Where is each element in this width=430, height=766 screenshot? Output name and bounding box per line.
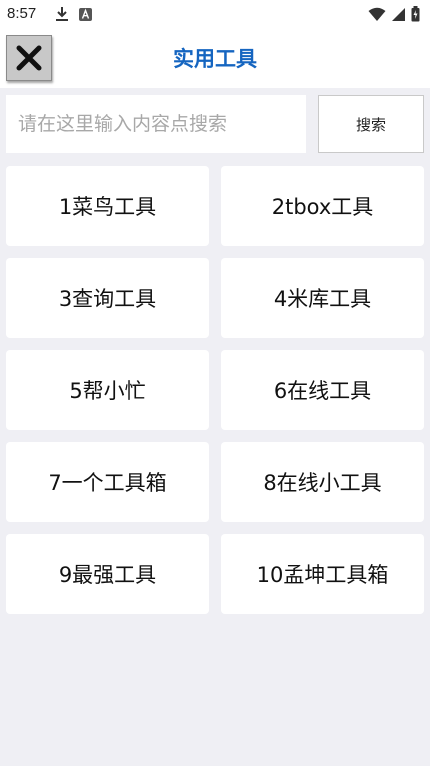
tool-button-5[interactable]: 5帮小忙 bbox=[6, 350, 209, 430]
tool-grid: 1菜鸟工具 2tbox工具 3查询工具 4米库工具 5帮小忙 6在线工具 7一个… bbox=[6, 166, 424, 614]
app-screen: 8:57 实用工具 请在这里输入内容点搜索 搜索 1菜鸟工具 2tbox工具 3… bbox=[0, 0, 430, 766]
tool-button-9[interactable]: 9最强工具 bbox=[6, 534, 209, 614]
close-x-icon bbox=[16, 45, 42, 71]
tool-button-2[interactable]: 2tbox工具 bbox=[221, 166, 424, 246]
tool-button-7[interactable]: 7一个工具箱 bbox=[6, 442, 209, 522]
tool-button-4[interactable]: 4米库工具 bbox=[221, 258, 424, 338]
search-input[interactable] bbox=[6, 95, 306, 153]
close-button[interactable] bbox=[6, 35, 52, 81]
tool-button-10[interactable]: 10孟坤工具箱 bbox=[221, 534, 424, 614]
status-system-icons bbox=[368, 6, 420, 22]
tool-button-6[interactable]: 6在线工具 bbox=[221, 350, 424, 430]
a-notification-icon bbox=[79, 7, 92, 21]
tool-button-8[interactable]: 8在线小工具 bbox=[221, 442, 424, 522]
tool-button-1[interactable]: 1菜鸟工具 bbox=[6, 166, 209, 246]
tool-button-3[interactable]: 3查询工具 bbox=[6, 258, 209, 338]
wifi-icon bbox=[368, 7, 386, 21]
download-icon bbox=[56, 7, 68, 21]
title-bar: 实用工具 bbox=[0, 30, 430, 88]
status-notification-icons bbox=[55, 6, 92, 22]
battery-charging-icon bbox=[411, 6, 420, 22]
status-bar: 8:57 bbox=[0, 0, 430, 30]
page-title: 实用工具 bbox=[173, 47, 257, 71]
status-time: 8:57 bbox=[7, 5, 37, 22]
signal-icon bbox=[392, 7, 405, 21]
search-button[interactable]: 搜索 bbox=[318, 95, 424, 153]
